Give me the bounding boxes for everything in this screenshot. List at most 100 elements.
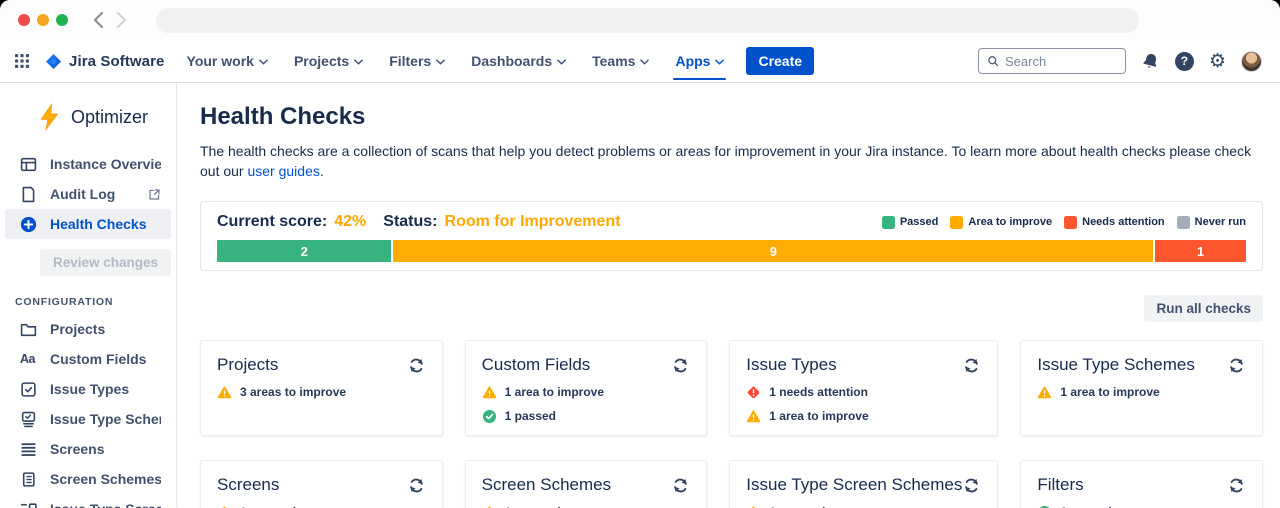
card-status: 1 area to improve bbox=[746, 407, 981, 425]
user-guides-link[interactable]: user guides bbox=[247, 163, 319, 179]
warning-icon bbox=[217, 385, 232, 400]
jira-home-link[interactable]: Jira Software bbox=[44, 52, 165, 71]
warning-icon bbox=[482, 385, 497, 400]
warning-icon bbox=[746, 505, 761, 508]
health-checks-icon bbox=[20, 216, 37, 233]
card-issue-types[interactable]: Issue Types 1 needs attention 1 area to … bbox=[729, 340, 998, 436]
score-bar: 2 9 1 bbox=[217, 240, 1246, 262]
legend-area-to-improve: Area to improve bbox=[950, 216, 1052, 229]
sidebar-item-screens[interactable]: Screens bbox=[5, 434, 171, 464]
card-status: 1 area to improve bbox=[482, 383, 691, 401]
card-issue-type-screen-schemes[interactable]: Issue Type Screen Schemes 1 area to impr… bbox=[729, 460, 998, 508]
status-value: Room for Improvement bbox=[445, 213, 621, 231]
browser-chrome bbox=[0, 0, 1280, 40]
brand-name: Jira Software bbox=[69, 53, 165, 70]
current-score-value: 42% bbox=[334, 213, 366, 231]
bar-segment-area-to-improve: 9 bbox=[393, 240, 1153, 262]
search-input[interactable] bbox=[1005, 54, 1117, 69]
card-title: Custom Fields bbox=[482, 355, 591, 375]
review-changes-button[interactable]: Review changes bbox=[40, 249, 171, 276]
card-issue-type-schemes[interactable]: Issue Type Schemes 1 area to improve bbox=[1020, 340, 1263, 436]
lightning-bolt-icon bbox=[38, 103, 61, 131]
refresh-icon[interactable] bbox=[1227, 356, 1246, 375]
success-icon bbox=[482, 409, 497, 424]
refresh-icon[interactable] bbox=[1227, 476, 1246, 495]
refresh-icon[interactable] bbox=[962, 356, 981, 375]
score-panel: Current score: 42% Status: Room for Impr… bbox=[200, 201, 1263, 271]
run-all-checks-button[interactable]: Run all checks bbox=[1144, 295, 1263, 322]
user-avatar[interactable] bbox=[1241, 51, 1262, 72]
legend-needs-attention: Needs attention bbox=[1064, 216, 1165, 229]
sidebar-item-projects[interactable]: Projects bbox=[5, 314, 171, 344]
chevron-down-icon bbox=[436, 59, 445, 65]
area-to-improve-swatch bbox=[950, 216, 963, 229]
nav-teams[interactable]: Teams bbox=[592, 40, 649, 83]
card-screens[interactable]: Screens 1 area to improve bbox=[200, 460, 443, 508]
page-title: Health Checks bbox=[200, 103, 1263, 131]
help-icon[interactable]: ? bbox=[1175, 52, 1194, 71]
refresh-icon[interactable] bbox=[962, 476, 981, 495]
search-box[interactable] bbox=[978, 48, 1126, 74]
create-button[interactable]: Create bbox=[746, 47, 814, 75]
nav-projects[interactable]: Projects bbox=[294, 40, 363, 83]
card-status: 1 needs attention bbox=[746, 383, 981, 401]
app-title: Optimizer bbox=[71, 107, 148, 128]
close-window-button[interactable] bbox=[18, 14, 30, 26]
card-screen-schemes[interactable]: Screen Schemes 1 area to improve bbox=[465, 460, 708, 508]
legend-passed: Passed bbox=[882, 216, 939, 229]
browser-back-icon[interactable] bbox=[92, 11, 105, 29]
error-icon bbox=[746, 385, 761, 400]
jira-logo-icon bbox=[44, 52, 63, 71]
nav-dashboards[interactable]: Dashboards bbox=[471, 40, 566, 83]
instance-overview-icon bbox=[20, 156, 37, 173]
card-filters[interactable]: Filters 1 passed bbox=[1020, 460, 1263, 508]
sidebar-item-screen-schemes[interactable]: Screen Schemes bbox=[5, 464, 171, 494]
sidebar-item-instance-overview[interactable]: Instance Overview bbox=[5, 149, 171, 179]
nav-apps[interactable]: Apps bbox=[675, 40, 724, 83]
card-status: 3 areas to improve bbox=[217, 383, 426, 401]
sidebar-item-audit-log[interactable]: Audit Log bbox=[5, 179, 171, 209]
card-projects[interactable]: Projects 3 areas to improve bbox=[200, 340, 443, 436]
card-status: 1 area to improve bbox=[482, 503, 691, 508]
minimize-window-button[interactable] bbox=[37, 14, 49, 26]
settings-gear-icon[interactable]: ⚙ bbox=[1209, 52, 1226, 71]
sidebar-item-custom-fields[interactable]: Aa Custom Fields bbox=[5, 344, 171, 374]
chevron-down-icon bbox=[557, 59, 566, 65]
refresh-icon[interactable] bbox=[407, 356, 426, 375]
maximize-window-button[interactable] bbox=[56, 14, 68, 26]
sidebar-item-health-checks[interactable]: Health Checks bbox=[5, 209, 171, 239]
card-custom-fields[interactable]: Custom Fields 1 area to improve 1 passed bbox=[465, 340, 708, 436]
refresh-icon[interactable] bbox=[671, 356, 690, 375]
nav-filters[interactable]: Filters bbox=[389, 40, 445, 83]
card-status: 1 area to improve bbox=[1037, 383, 1246, 401]
issue-type-screen-schemes-icon bbox=[20, 501, 37, 508]
card-status: 1 passed bbox=[482, 407, 691, 425]
optimizer-app-header: Optimizer bbox=[0, 99, 176, 149]
main-content: Health Checks The health checks are a co… bbox=[177, 83, 1280, 507]
app-switcher-icon[interactable] bbox=[14, 53, 30, 69]
audit-log-icon bbox=[20, 186, 37, 203]
issue-type-schemes-icon bbox=[20, 411, 37, 428]
never-run-swatch bbox=[1177, 216, 1190, 229]
refresh-icon[interactable] bbox=[407, 476, 426, 495]
url-bar[interactable] bbox=[156, 8, 1139, 33]
refresh-icon[interactable] bbox=[671, 476, 690, 495]
folder-icon bbox=[20, 321, 37, 338]
search-icon bbox=[987, 54, 999, 68]
card-status: 1 area to improve bbox=[746, 503, 981, 508]
sidebar-item-issue-type-screen-schemes[interactable]: Issue Type Screen Sche... bbox=[5, 494, 171, 508]
screens-icon bbox=[20, 441, 37, 458]
current-score-label: Current score: bbox=[217, 213, 327, 231]
external-link-icon bbox=[148, 188, 161, 201]
nav-your-work[interactable]: Your work bbox=[187, 40, 268, 83]
card-title: Issue Types bbox=[746, 355, 836, 375]
bar-segment-passed: 2 bbox=[217, 240, 391, 262]
card-title: Screen Schemes bbox=[482, 475, 611, 495]
warning-icon bbox=[217, 505, 232, 508]
sidebar-item-issue-types[interactable]: Issue Types bbox=[5, 374, 171, 404]
sidebar-item-issue-type-schemes[interactable]: Issue Type Schemes bbox=[5, 404, 171, 434]
page-description: The health checks are a collection of sc… bbox=[200, 141, 1263, 181]
browser-forward-icon[interactable] bbox=[115, 11, 128, 29]
warning-icon bbox=[746, 409, 761, 424]
notifications-icon[interactable] bbox=[1141, 52, 1160, 71]
